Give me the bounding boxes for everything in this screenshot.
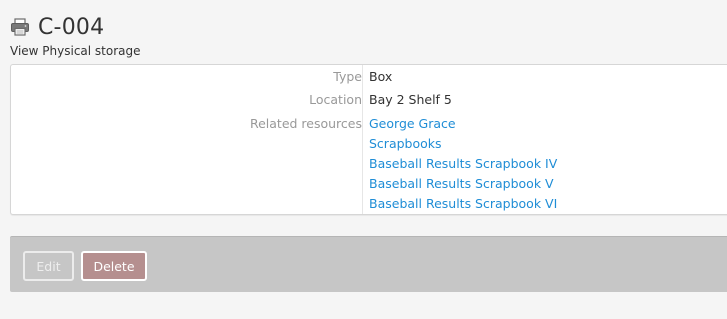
printer-icon [10,18,30,36]
edit-button[interactable]: Edit [23,251,74,281]
column-divider [362,65,363,214]
related-link-scrapbooks[interactable]: Scrapbooks [369,136,442,151]
location-value: Bay 2 Shelf 5 [369,92,452,107]
type-label: Type [333,69,362,84]
type-value: Box [369,69,393,84]
location-label: Location [309,92,362,107]
page-title: C-004 [38,14,105,40]
related-link-baseball-scrapbook-v[interactable]: Baseball Results Scrapbook V [369,176,554,191]
details-panel: Type Box Location Bay 2 Shelf 5 Related … [10,64,727,215]
page-header: C-004 View Physical storage [10,12,710,59]
related-resources-label: Related resources [249,116,362,131]
related-link-baseball-scrapbook-iv[interactable]: Baseball Results Scrapbook IV [369,156,557,171]
action-bar: Edit Delete [10,236,727,292]
related-link-baseball-scrapbook-vi[interactable]: Baseball Results Scrapbook VI [369,196,557,211]
related-link-george-grace[interactable]: George Grace [369,116,456,131]
title-row: C-004 [10,12,710,42]
page-subtitle: View Physical storage [10,44,141,58]
delete-button[interactable]: Delete [81,251,147,281]
